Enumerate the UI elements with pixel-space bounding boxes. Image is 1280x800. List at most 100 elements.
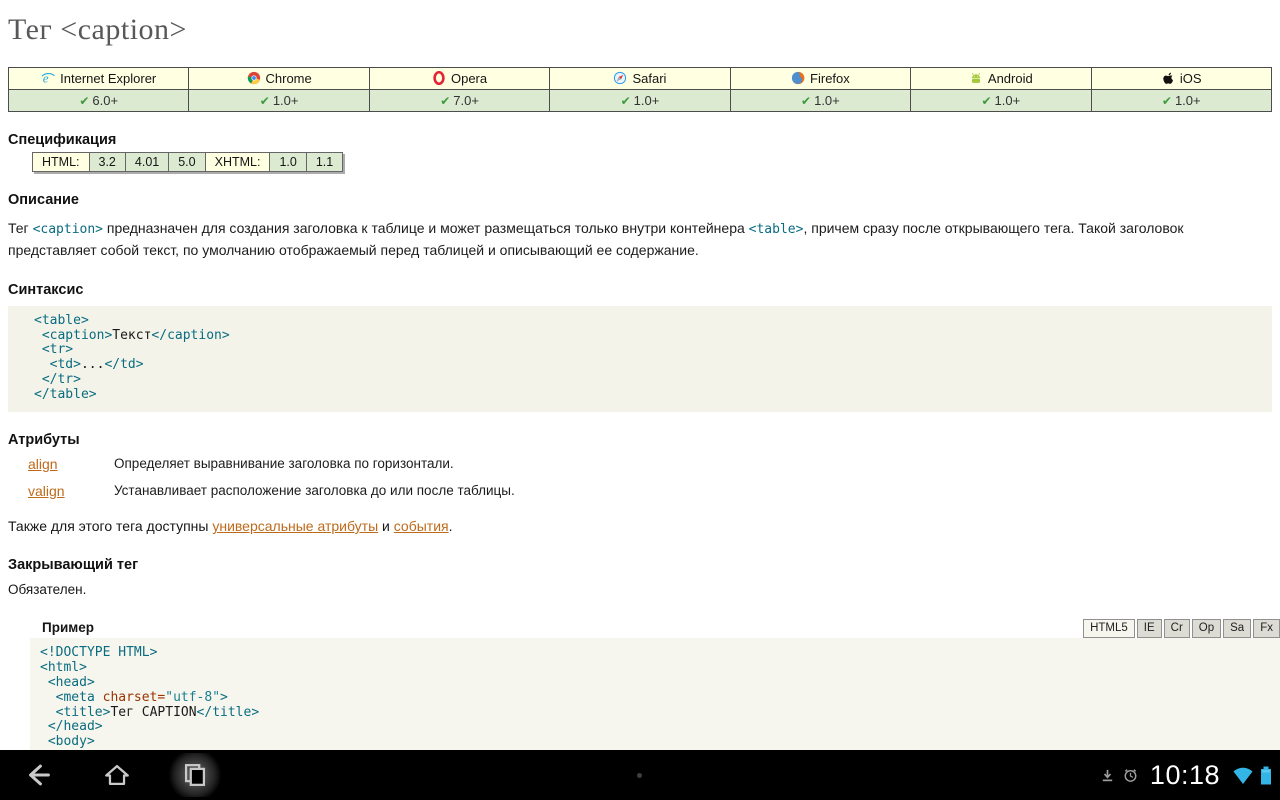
example-tab-sa[interactable]: Sa bbox=[1223, 619, 1251, 639]
spec-cell: 1.1 bbox=[306, 153, 342, 172]
attribute-description: Устанавливает расположение заголовка до … bbox=[114, 482, 515, 500]
attribute-link-align[interactable]: align bbox=[28, 455, 114, 473]
closing-tag-heading: Закрывающий тег bbox=[8, 557, 1280, 573]
code-tag: </td> bbox=[104, 357, 143, 372]
browser-version: 1.0+ bbox=[634, 93, 660, 108]
notification-icons bbox=[1100, 768, 1138, 783]
inline-link[interactable]: события bbox=[394, 518, 449, 534]
browser-name: Firefox bbox=[810, 71, 850, 86]
recents-icon bbox=[180, 760, 210, 790]
code-plain bbox=[34, 328, 42, 343]
browser-version: 1.0+ bbox=[995, 93, 1021, 108]
content-page: Тег <caption> eInternet Explorer Chrome Op… bbox=[0, 13, 1280, 800]
browser-header-cell: Android bbox=[911, 68, 1091, 90]
browser-header-cell: Opera bbox=[369, 68, 549, 90]
chrome-icon bbox=[247, 71, 261, 85]
browser-name: iOS bbox=[1180, 71, 1202, 86]
attributes-list: alignОпределяет выравнивание заголовка п… bbox=[0, 455, 1280, 500]
code-line: </tr> bbox=[34, 373, 1264, 388]
specification-table: HTML:3.24.015.0XHTML:1.01.1 bbox=[32, 152, 343, 172]
code-line: <td>...</td> bbox=[34, 358, 1264, 373]
code-line: </table> bbox=[34, 388, 1264, 403]
browser-version-cell: ✔1.0+ bbox=[730, 90, 910, 112]
check-icon: ✔ bbox=[621, 94, 631, 108]
code-line: <title>Тег CAPTION</title> bbox=[40, 706, 1272, 721]
browser-version: 1.0+ bbox=[273, 93, 299, 108]
text-segment: . bbox=[449, 518, 453, 534]
browser-version-cell: ✔1.0+ bbox=[189, 90, 369, 112]
browser-name: Opera bbox=[451, 71, 487, 86]
text-segment: Также для этого тега доступны bbox=[8, 518, 212, 534]
code-plain bbox=[34, 372, 42, 387]
code-line: <!DOCTYPE HTML> bbox=[40, 646, 1272, 661]
spec-cell: 3.2 bbox=[89, 153, 125, 172]
check-icon: ✔ bbox=[801, 94, 811, 108]
code-plain bbox=[40, 719, 48, 734]
example-tab-cr[interactable]: Cr bbox=[1164, 619, 1190, 639]
code-line: <table> bbox=[34, 314, 1264, 329]
browser-version: 6.0+ bbox=[92, 93, 118, 108]
browser-header-row: eInternet Explorer Chrome Opera Safari Firef… bbox=[9, 68, 1272, 90]
browser-version-row: ✔6.0+✔1.0+✔7.0+✔1.0+✔1.0+✔1.0+✔1.0+ bbox=[9, 90, 1272, 112]
closing-tag-text: Обязателен. bbox=[8, 582, 1272, 597]
page-title: Тег <caption> bbox=[8, 13, 1280, 47]
code-line: <meta charset="utf-8"> bbox=[40, 691, 1272, 706]
browser-header-cell: eInternet Explorer bbox=[9, 68, 189, 90]
example-tab-op[interactable]: Op bbox=[1192, 619, 1221, 639]
code-attr: charset= bbox=[103, 690, 166, 705]
code-tag: <body> bbox=[48, 734, 95, 749]
specification-row: HTML:3.24.015.0XHTML:1.01.1 bbox=[33, 153, 343, 172]
check-icon: ✔ bbox=[981, 94, 991, 108]
browser-version-cell: ✔1.0+ bbox=[1091, 90, 1271, 112]
inline-code: <caption> bbox=[33, 222, 103, 237]
code-tag: <!DOCTYPE HTML> bbox=[40, 645, 157, 660]
attribute-description: Определяет выравнивание заголовка по гор… bbox=[114, 455, 454, 473]
code-tag: <title> bbox=[56, 705, 111, 720]
inline-link[interactable]: универсальные атрибуты bbox=[212, 518, 378, 534]
browser-version-cell: ✔1.0+ bbox=[550, 90, 730, 112]
description-heading: Описание bbox=[8, 192, 1280, 208]
spec-cell: 1.0 bbox=[270, 153, 306, 172]
menu-dot bbox=[637, 773, 642, 778]
back-button[interactable] bbox=[12, 753, 66, 797]
code-line: </head> bbox=[40, 720, 1272, 735]
example-tab-fx[interactable]: Fx bbox=[1253, 619, 1280, 639]
specification-heading: Спецификация bbox=[8, 132, 1280, 148]
browser-version: 1.0+ bbox=[1175, 93, 1201, 108]
code-plain bbox=[34, 357, 50, 372]
attribute-link-valign[interactable]: valign bbox=[28, 482, 114, 500]
code-tag: </tr> bbox=[42, 372, 81, 387]
check-icon: ✔ bbox=[440, 94, 450, 108]
code-line: <head> bbox=[40, 676, 1272, 691]
apple-icon bbox=[1161, 71, 1175, 85]
home-button[interactable] bbox=[90, 753, 144, 797]
browser-name: Safari bbox=[632, 71, 666, 86]
code-tag: <head> bbox=[48, 675, 95, 690]
code-line: <html> bbox=[40, 661, 1272, 676]
recents-button[interactable] bbox=[168, 753, 222, 797]
code-tag: <caption> bbox=[42, 328, 112, 343]
spec-cell: 5.0 bbox=[169, 153, 205, 172]
text-segment: предназначен для создания заголовка к та… bbox=[103, 220, 749, 236]
browser-header-cell: Firefox bbox=[730, 68, 910, 90]
browser-header-cell: iOS bbox=[1091, 68, 1271, 90]
code-plain bbox=[40, 705, 56, 720]
syntax-code-block: <table> <caption>Текст</caption> <tr> <t… bbox=[8, 306, 1272, 412]
example-tab-html5[interactable]: HTML5 bbox=[1083, 619, 1135, 639]
code-tag: </title> bbox=[197, 705, 260, 720]
code-tag: </caption> bbox=[151, 328, 229, 343]
code-tag: </table> bbox=[34, 387, 97, 402]
back-icon bbox=[24, 760, 54, 790]
browser-version-cell: ✔6.0+ bbox=[9, 90, 189, 112]
example-heading: Пример bbox=[42, 620, 94, 635]
code-plain bbox=[40, 734, 48, 749]
browser-name: Chrome bbox=[266, 71, 312, 86]
attributes-note: Также для этого тега доступны универсаль… bbox=[8, 517, 1272, 537]
browser-support-table: eInternet Explorer Chrome Opera Safari Firef… bbox=[8, 67, 1272, 112]
example-tab-ie[interactable]: IE bbox=[1137, 619, 1162, 639]
code-tag: <table> bbox=[34, 313, 89, 328]
status-bar-cluster[interactable]: 10:18 bbox=[1100, 750, 1272, 800]
example-header: Пример HTML5IECrOpSaFx bbox=[34, 619, 1280, 639]
example-tabs: HTML5IECrOpSaFx bbox=[1083, 619, 1280, 639]
code-plain bbox=[34, 342, 42, 357]
